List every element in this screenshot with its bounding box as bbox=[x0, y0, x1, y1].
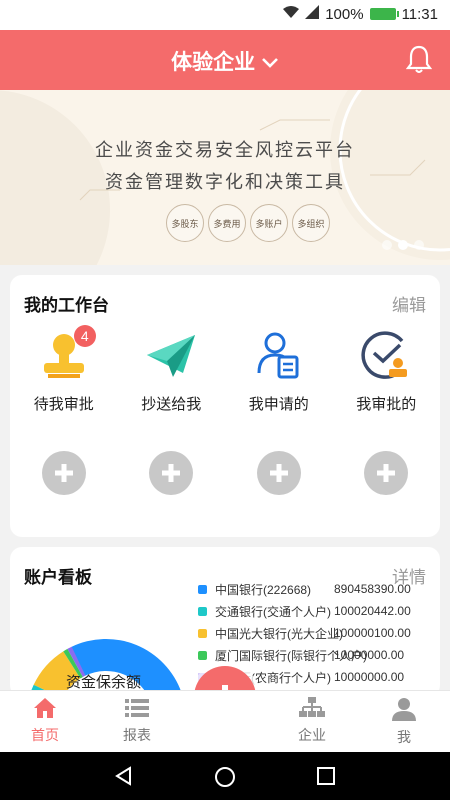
workbench-item-cc[interactable]: 抄送给我 bbox=[118, 327, 226, 414]
carousel-dot-active[interactable] bbox=[398, 240, 408, 250]
status-icons: 100% 11:31 bbox=[283, 5, 438, 23]
nav-label: 企业 bbox=[298, 727, 326, 743]
approved-check-icon bbox=[358, 327, 414, 383]
legend-account-name: 中国光大银行(光大企业) bbox=[215, 626, 343, 641]
person-icon bbox=[392, 698, 416, 721]
org-icon bbox=[299, 697, 325, 717]
legend-swatch bbox=[198, 650, 207, 660]
donut-center-label: 资金保余额 bbox=[66, 674, 142, 691]
legend-item: 中国银行(222668) 890458390.00 bbox=[198, 578, 438, 600]
add-shortcut-slot[interactable] bbox=[10, 451, 118, 495]
workbench-item-label: 我申请的 bbox=[248, 396, 309, 413]
workbench-card: 我的工作台 编辑 4 待我审批 抄送给我 我申请的 我审批的 bbox=[10, 275, 440, 537]
legend-item: 中国光大银行(光大企业) 100000100.00 bbox=[198, 622, 438, 644]
workbench-grid: 4 待我审批 抄送给我 我申请的 我审批的 bbox=[10, 325, 441, 414]
battery-icon bbox=[369, 8, 399, 20]
carousel-dots bbox=[382, 240, 424, 250]
carousel-dot[interactable] bbox=[414, 240, 424, 250]
bottom-nav: 首页 报表 企业 我 bbox=[0, 690, 450, 752]
add-shortcut-slot[interactable] bbox=[333, 451, 441, 495]
nav-label: 我 bbox=[397, 729, 411, 745]
workbench-item-pending[interactable]: 4 待我审批 bbox=[10, 325, 118, 414]
add-shortcut-row bbox=[10, 451, 440, 495]
legend-account-amount: 10000000.00 bbox=[334, 670, 405, 684]
promo-banner[interactable]: 企业资金交易安全风控云平台 资金管理数字化和决策工具 多股东 多费用 多账户 多… bbox=[0, 90, 450, 265]
plus-icon[interactable] bbox=[256, 451, 301, 495]
recents-icon[interactable] bbox=[316, 766, 336, 791]
bell-icon[interactable] bbox=[405, 44, 433, 79]
banner-tag: 多组织 bbox=[292, 204, 330, 242]
status-bar: 100% 11:31 bbox=[0, 0, 450, 30]
nav-reports[interactable]: 报表 bbox=[107, 697, 167, 745]
legend-account-amount: 10000000.00 bbox=[334, 648, 405, 662]
chevron-down-icon bbox=[261, 51, 279, 74]
company-name: 体验企业 bbox=[171, 51, 256, 74]
nav-home[interactable]: 首页 bbox=[15, 697, 75, 745]
signal-icon bbox=[305, 5, 320, 23]
nav-label: 报表 bbox=[123, 727, 151, 743]
plus-icon[interactable] bbox=[149, 451, 194, 495]
legend-account-amount: 890458390.00 bbox=[334, 582, 411, 596]
banner-tag: 多账户 bbox=[250, 204, 288, 242]
legend-account-amount: 100000100.00 bbox=[334, 626, 411, 640]
plus-icon[interactable] bbox=[41, 451, 86, 495]
legend-account-name: 中国银行(222668) bbox=[215, 582, 312, 597]
add-shortcut-slot[interactable] bbox=[225, 451, 333, 495]
list-icon bbox=[125, 699, 149, 717]
home-icon bbox=[34, 698, 56, 718]
edit-button[interactable]: 编辑 bbox=[392, 291, 426, 316]
workbench-title: 我的工作台 bbox=[24, 296, 109, 315]
add-shortcut-slot[interactable] bbox=[118, 451, 226, 495]
home-circle-icon[interactable] bbox=[214, 766, 236, 793]
paper-plane-icon bbox=[143, 327, 199, 383]
banner-tag: 多股东 bbox=[166, 204, 204, 242]
battery-percent: 100% bbox=[325, 5, 364, 23]
clock: 11:31 bbox=[401, 5, 438, 23]
carousel-dot[interactable] bbox=[382, 240, 392, 250]
workbench-item-label: 我审批的 bbox=[356, 396, 417, 413]
app-header: 体验企业 bbox=[0, 30, 450, 90]
back-icon[interactable] bbox=[114, 766, 134, 791]
nav-company[interactable]: 企业 bbox=[282, 697, 342, 745]
nav-me[interactable]: 我 bbox=[374, 697, 434, 747]
legend-account-amount: 100020442.00 bbox=[334, 604, 411, 618]
banner-tag: 多费用 bbox=[208, 204, 246, 242]
workbench-item-label: 抄送给我 bbox=[141, 396, 202, 413]
company-switcher[interactable]: 体验企业 bbox=[0, 46, 450, 76]
pending-count-badge: 4 bbox=[73, 325, 96, 347]
banner-subline: 资金管理数字化和决策工具 bbox=[105, 172, 345, 193]
legend-swatch bbox=[198, 628, 207, 638]
system-nav-bar bbox=[0, 752, 450, 800]
banner-tags: 多股东 多费用 多账户 多组织 bbox=[166, 204, 330, 242]
nav-label: 首页 bbox=[31, 727, 59, 743]
workbench-item-label: 待我审批 bbox=[33, 396, 94, 413]
accounts-title: 账户看板 bbox=[24, 568, 92, 587]
legend-item: 交通银行(交通个人户) 100020442.00 bbox=[198, 600, 438, 622]
plus-icon[interactable] bbox=[364, 451, 409, 495]
legend-account-name: 交通银行(交通个人户) bbox=[215, 604, 331, 619]
legend-swatch bbox=[198, 606, 207, 616]
workbench-item-approved[interactable]: 我审批的 bbox=[333, 327, 441, 414]
legend-item: 厦门国际银行(际银行个人户) 10000000.00 bbox=[198, 644, 438, 666]
wifi-icon bbox=[283, 5, 300, 23]
legend-swatch bbox=[198, 584, 207, 594]
workbench-item-applied[interactable]: 我申请的 bbox=[225, 327, 333, 414]
banner-headline: 企业资金交易安全风控云平台 bbox=[95, 140, 355, 161]
stamp-icon: 4 bbox=[36, 325, 96, 383]
user-form-icon bbox=[251, 327, 307, 383]
